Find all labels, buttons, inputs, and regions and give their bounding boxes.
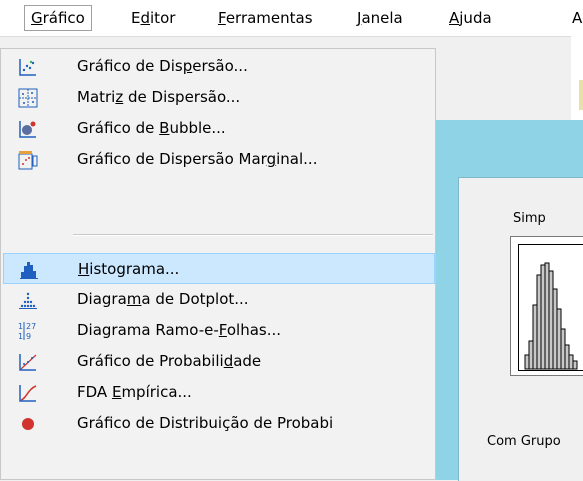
bubble-plot-icon <box>19 121 36 138</box>
simple-option-label: Simp <box>513 211 546 226</box>
menu-item-distribution-plot[interactable]: Gráfico de Distribuição de Probabi <box>3 408 435 448</box>
histogram-preview-icon <box>524 262 578 370</box>
menu-item-label: Diagrama de Dotplot... <box>77 290 249 308</box>
menu-item-scatterplot[interactable]: Gráfico de Dispersão... <box>3 51 435 82</box>
menu-item-bubble-plot[interactable]: Gráfico de Bubble... <box>3 113 435 144</box>
menubar-ferramentas[interactable]: Ferramentas <box>212 6 319 30</box>
menu-item-label: Gráfico de Distribuição de Probabi <box>77 414 334 432</box>
menubar-ajuda[interactable]: Ajuda <box>443 6 498 30</box>
background-window-fragment <box>579 80 583 110</box>
menu-item-label: Gráfico de Bubble... <box>77 119 226 137</box>
menu-item-label: Gráfico de Dispersão Marginal... <box>77 150 318 168</box>
menubar-editor[interactable]: Editor <box>125 6 181 30</box>
scatterplot-icon <box>19 59 36 76</box>
menu-item-stem-and-leaf[interactable]: 1 1 27 9 Diagrama Ramo-e-Folhas... <box>3 315 435 346</box>
grafico-dropdown-menu: Gráfico de Dispersão... Matriz de Disper… <box>0 48 436 480</box>
menu-bar: Gráfico Editor Ferramentas Janela Ajuda … <box>0 0 583 37</box>
distribution-plot-icon <box>22 418 34 430</box>
menu-item-marginal-plot[interactable]: Gráfico de Dispersão Marginal... <box>3 144 435 175</box>
svg-text:1: 1 <box>18 332 23 341</box>
menubar-grafico[interactable]: Gráfico <box>24 5 92 31</box>
svg-text:1: 1 <box>18 322 23 331</box>
menu-item-label: Histograma... <box>78 260 180 278</box>
menu-item-label: Gráfico de Probabilidade <box>77 352 262 370</box>
svg-text:9: 9 <box>26 332 31 341</box>
menu-item-histogram[interactable]: Histograma... <box>3 253 435 284</box>
menu-item-probability-plot[interactable]: Gráfico de Probabilidade <box>3 346 435 377</box>
marginal-plot-icon <box>18 151 38 170</box>
menu-item-label: FDA Empírica... <box>77 383 192 401</box>
menu-item-label: Matriz de Dispersão... <box>77 88 241 106</box>
with-groups-option-label: Com Grupo <box>487 434 561 449</box>
probability-plot-icon <box>19 354 37 371</box>
menu-item-matrix-plot[interactable]: Matriz de Dispersão... <box>3 82 435 113</box>
stem-and-leaf-icon: 1 1 27 9 <box>18 322 36 341</box>
menu-item-empirical-cdf[interactable]: FDA Empírica... <box>3 377 435 408</box>
histogram-icon <box>20 262 38 279</box>
dotplot-icon <box>19 292 37 309</box>
menubar-overflow-item[interactable]: A <box>566 6 583 30</box>
menu-separator-highlight <box>73 235 433 236</box>
menu-item-label: Diagrama Ramo-e-Folhas... <box>77 321 282 339</box>
matrix-plot-icon <box>18 88 38 108</box>
empirical-cdf-icon <box>19 385 37 402</box>
menu-item-label: Gráfico de Dispersão... <box>77 57 248 75</box>
histogram-preview-frame <box>518 244 583 371</box>
menu-item-dotplot[interactable]: Diagrama de Dotplot... <box>3 284 435 315</box>
menubar-janela[interactable]: Janela <box>351 6 409 30</box>
svg-text:27: 27 <box>26 322 36 331</box>
